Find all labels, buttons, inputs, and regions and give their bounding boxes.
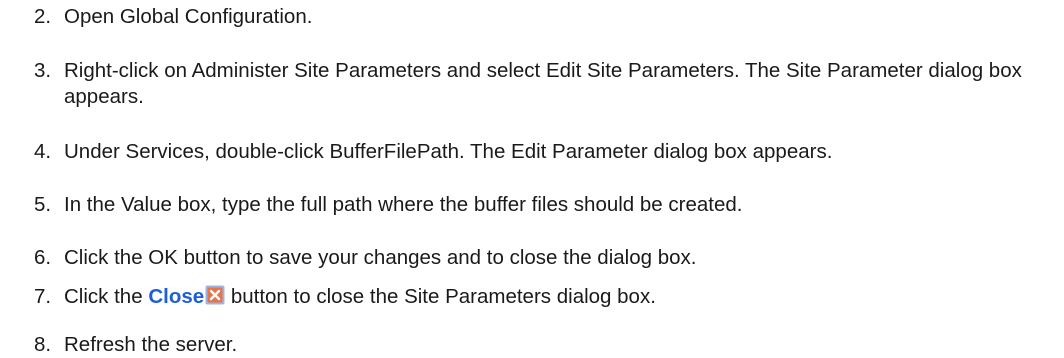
step-text: Under Services, double-click BufferFileP…	[64, 140, 833, 163]
step-text: Click the OK button to save your changes…	[64, 246, 697, 269]
step-text: Refresh the server.	[64, 333, 238, 356]
step-number: 2.	[34, 5, 52, 28]
step-number: 4.	[34, 140, 52, 163]
step-number: 6.	[34, 246, 52, 269]
close-icon	[205, 285, 225, 305]
step-text: Click the Close button to close the Site…	[64, 284, 1052, 310]
step-3: 3. Right-click on Administer Site Parame…	[34, 58, 1052, 110]
step-text: In the Value box, type the full path whe…	[64, 193, 743, 216]
step-number: 5.	[34, 193, 52, 216]
step-5: 5. In the Value box, type the full path …	[34, 192, 1052, 218]
step-6: 6. Click the OK button to save your chan…	[34, 245, 1052, 271]
step-7: 7. Click the Close button to close the S…	[34, 284, 1052, 310]
step-4: 4. Under Services, double-click BufferFi…	[34, 139, 1052, 165]
step-number: 7.	[34, 285, 52, 308]
step-text-after: button to close the Site Parameters dial…	[225, 285, 656, 308]
close-link[interactable]: Close	[148, 285, 204, 308]
step-2: 2. Open Global Configuration.	[34, 4, 1052, 30]
step-text-before: Click the	[64, 285, 149, 308]
step-text: Open Global Configuration.	[64, 5, 313, 28]
step-number: 3.	[34, 59, 52, 82]
step-text: Right-click on Administer Site Parameter…	[64, 59, 1022, 108]
step-8: 8. Refresh the server.	[34, 332, 1052, 358]
step-number: 8.	[34, 333, 52, 356]
